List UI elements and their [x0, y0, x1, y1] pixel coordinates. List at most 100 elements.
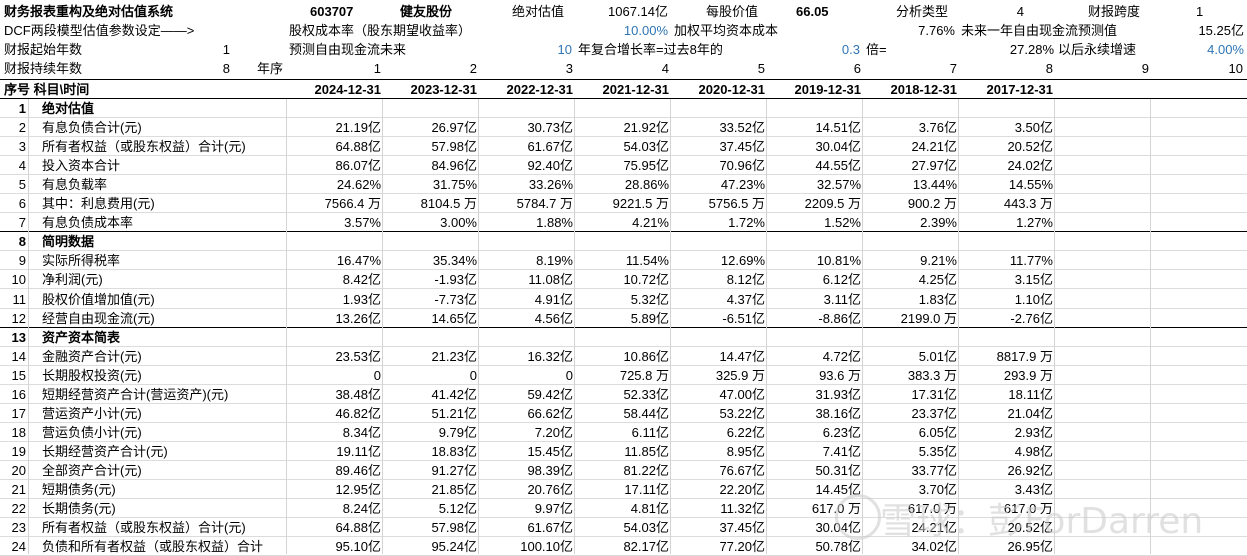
table-cell[interactable]: 3.15亿 [959, 270, 1055, 289]
table-cell[interactable]: 10.81% [767, 251, 863, 270]
table-cell[interactable]: 3.76亿 [863, 118, 959, 137]
table-cell[interactable]: 12.95亿 [287, 480, 383, 499]
table-cell[interactable]: 0 [479, 366, 575, 385]
table-cell[interactable]: 58.44亿 [575, 404, 671, 423]
table-cell[interactable]: 26.97亿 [383, 118, 479, 137]
table-cell[interactable]: 8817.9 万 [959, 347, 1055, 366]
table-cell[interactable]: 14.65亿 [383, 309, 479, 328]
table-cell[interactable]: 4.25亿 [863, 270, 959, 289]
table-cell[interactable]: 3.00% [383, 213, 479, 232]
table-cell[interactable]: 44.55亿 [767, 156, 863, 175]
growth-multiple-value[interactable]: 0.3 [780, 40, 862, 59]
table-cell[interactable]: 5.01亿 [863, 347, 959, 366]
start-years-value[interactable]: 1 [180, 40, 232, 59]
table-cell[interactable]: 61.67亿 [479, 137, 575, 156]
table-cell[interactable]: 11.54% [575, 251, 671, 270]
table-cell[interactable]: 21.92亿 [575, 118, 671, 137]
table-cell[interactable]: 33.26% [479, 175, 575, 194]
table-cell[interactable]: 4.72亿 [767, 347, 863, 366]
table-cell[interactable]: 383.3 万 [863, 366, 959, 385]
table-cell[interactable]: 84.96亿 [383, 156, 479, 175]
table-cell[interactable]: -2.76亿 [959, 309, 1055, 328]
table-cell[interactable]: 18.11亿 [959, 385, 1055, 404]
table-cell[interactable]: 6.22亿 [671, 423, 767, 442]
table-cell[interactable]: 15.45亿 [479, 442, 575, 461]
table-cell[interactable]: -7.73亿 [383, 290, 479, 309]
table-cell[interactable]: 8.42亿 [287, 270, 383, 289]
table-cell[interactable]: -8.86亿 [767, 309, 863, 328]
table-cell[interactable]: 86.07亿 [287, 156, 383, 175]
table-cell[interactable]: 89.46亿 [287, 461, 383, 480]
table-cell[interactable]: 75.95亿 [575, 156, 671, 175]
table-cell[interactable]: 59.42亿 [479, 385, 575, 404]
table-cell[interactable]: 0 [287, 366, 383, 385]
table-cell[interactable]: 61.67亿 [479, 518, 575, 537]
table-cell[interactable]: 14.51亿 [767, 118, 863, 137]
table-cell[interactable]: 325.9 万 [671, 366, 767, 385]
table-cell[interactable]: 5.12亿 [383, 499, 479, 518]
table-cell[interactable]: 20.76亿 [479, 480, 575, 499]
table-cell[interactable]: 1.27% [959, 213, 1055, 232]
table-cell[interactable]: 91.27亿 [383, 461, 479, 480]
table-cell[interactable]: 9.97亿 [479, 499, 575, 518]
perpetual-growth-value[interactable]: 4.00% [1160, 40, 1246, 59]
table-cell[interactable]: 30.73亿 [479, 118, 575, 137]
table-cell[interactable]: 24.21亿 [863, 137, 959, 156]
table-cell[interactable]: 77.20亿 [671, 537, 767, 556]
table-cell[interactable]: 38.16亿 [767, 404, 863, 423]
table-cell[interactable]: 23.37亿 [863, 404, 959, 423]
table-cell[interactable]: 32.57% [767, 175, 863, 194]
table-cell[interactable]: 95.24亿 [383, 537, 479, 556]
table-cell[interactable]: 57.98亿 [383, 137, 479, 156]
table-cell[interactable]: -1.93亿 [383, 270, 479, 289]
table-cell[interactable]: 46.82亿 [287, 404, 383, 423]
table-cell[interactable]: 1.72% [671, 213, 767, 232]
table-cell[interactable]: 13.26亿 [287, 309, 383, 328]
table-cell[interactable]: 50.31亿 [767, 461, 863, 480]
table-cell[interactable]: 52.33亿 [575, 385, 671, 404]
table-cell[interactable]: 8.24亿 [287, 499, 383, 518]
table-cell[interactable]: 30.04亿 [767, 137, 863, 156]
table-cell[interactable]: 4.98亿 [959, 442, 1055, 461]
table-cell[interactable]: 11.85亿 [575, 442, 671, 461]
table-cell[interactable]: 14.47亿 [671, 347, 767, 366]
table-cell[interactable]: 21.04亿 [959, 404, 1055, 423]
table-cell[interactable]: 7566.4 万 [287, 194, 383, 213]
table-cell[interactable]: 2209.5 万 [767, 194, 863, 213]
table-cell[interactable]: 10.72亿 [575, 270, 671, 289]
table-cell[interactable]: 37.45亿 [671, 137, 767, 156]
table-cell[interactable]: 22.20亿 [671, 480, 767, 499]
table-cell[interactable]: 33.77亿 [863, 461, 959, 480]
table-cell[interactable]: 3.57% [287, 213, 383, 232]
table-cell[interactable]: 14.55% [959, 175, 1055, 194]
table-cell[interactable]: 13.44% [863, 175, 959, 194]
table-cell[interactable]: 18.83亿 [383, 442, 479, 461]
table-cell[interactable]: 1.93亿 [287, 290, 383, 309]
analysis-type-value[interactable]: 4 [966, 2, 1026, 21]
table-cell[interactable]: 6.11亿 [575, 423, 671, 442]
table-cell[interactable]: 4.21% [575, 213, 671, 232]
table-cell[interactable]: 5.89亿 [575, 309, 671, 328]
table-cell[interactable]: 57.98亿 [383, 518, 479, 537]
table-cell[interactable]: 5784.7 万 [479, 194, 575, 213]
table-cell[interactable]: 10.86亿 [575, 347, 671, 366]
table-cell[interactable]: 8.12亿 [671, 270, 767, 289]
table-cell[interactable]: 9221.5 万 [575, 194, 671, 213]
table-cell[interactable]: 93.6 万 [767, 366, 863, 385]
table-cell[interactable]: 41.42亿 [383, 385, 479, 404]
table-cell[interactable]: 50.78亿 [767, 537, 863, 556]
table-cell[interactable]: 16.47% [287, 251, 383, 270]
span-value[interactable]: 1 [1196, 2, 1226, 21]
table-cell[interactable]: 28.86% [575, 175, 671, 194]
table-cell[interactable]: 64.88亿 [287, 137, 383, 156]
table-cell[interactable]: 76.67亿 [671, 461, 767, 480]
table-cell[interactable]: 81.22亿 [575, 461, 671, 480]
table-cell[interactable]: 3.50亿 [959, 118, 1055, 137]
table-cell[interactable]: 100.10亿 [479, 537, 575, 556]
table-cell[interactable]: 5.32亿 [575, 290, 671, 309]
table-cell[interactable]: 47.00亿 [671, 385, 767, 404]
table-cell[interactable]: 4.56亿 [479, 309, 575, 328]
table-cell[interactable]: 6.23亿 [767, 423, 863, 442]
table-cell[interactable]: 5756.5 万 [671, 194, 767, 213]
table-cell[interactable]: 35.34% [383, 251, 479, 270]
